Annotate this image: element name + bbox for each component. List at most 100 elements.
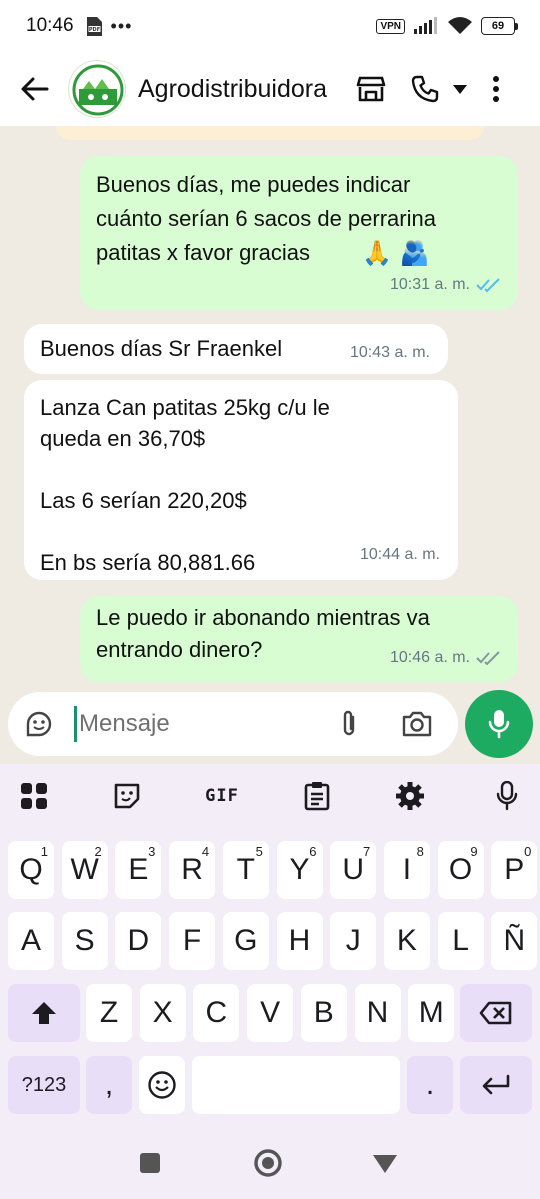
recents-button[interactable] bbox=[139, 1152, 161, 1174]
call-options-button[interactable] bbox=[448, 59, 472, 119]
shift-icon bbox=[32, 1002, 56, 1024]
home-button[interactable] bbox=[253, 1148, 283, 1178]
key-label: B bbox=[313, 996, 334, 1029]
comma-key[interactable]: , bbox=[86, 1056, 132, 1114]
sticker-icon bbox=[26, 711, 52, 737]
voice-input-button[interactable] bbox=[487, 778, 527, 814]
settings-button[interactable] bbox=[390, 778, 430, 814]
period-key[interactable]: . bbox=[407, 1056, 453, 1114]
key-u[interactable]: U7 bbox=[330, 841, 377, 899]
store-icon bbox=[356, 76, 386, 102]
key-hint: 2 bbox=[94, 844, 102, 859]
key-label: D bbox=[127, 924, 150, 957]
read-ticks-icon bbox=[476, 278, 500, 292]
message-bubble-outgoing[interactable]: Le puedo ir abonando mientras va entrand… bbox=[80, 596, 518, 682]
catalog-button[interactable] bbox=[348, 59, 394, 119]
call-button[interactable] bbox=[402, 59, 448, 119]
key-l[interactable]: L bbox=[437, 912, 484, 970]
key-label: U bbox=[342, 853, 365, 886]
message-bubble-incoming[interactable]: Buenos días Sr Fraenkel 10:43 a. m. bbox=[24, 324, 448, 374]
emoji-key[interactable] bbox=[139, 1056, 185, 1114]
key-y[interactable]: Y6 bbox=[276, 841, 323, 899]
key-i[interactable]: I8 bbox=[383, 841, 430, 899]
key-w[interactable]: W2 bbox=[61, 841, 108, 899]
recents-icon bbox=[140, 1153, 160, 1173]
key-label: K bbox=[396, 924, 417, 957]
key-g[interactable]: G bbox=[222, 912, 269, 970]
avatar[interactable] bbox=[68, 60, 126, 118]
contact-name[interactable]: Agrodistribuidora bbox=[138, 75, 334, 104]
attach-button[interactable] bbox=[329, 692, 369, 756]
key-v[interactable]: V bbox=[247, 984, 294, 1042]
svg-text:PDF: PDF bbox=[88, 27, 99, 33]
key-e[interactable]: E3 bbox=[115, 841, 162, 899]
key-c[interactable]: C bbox=[193, 984, 240, 1042]
voice-message-button[interactable] bbox=[465, 690, 533, 758]
key-f[interactable]: F bbox=[169, 912, 216, 970]
status-left-icons: PDF ••• bbox=[86, 16, 133, 37]
message-bubble-outgoing[interactable]: Buenos días, me puedes indicar cuánto se… bbox=[80, 156, 518, 310]
key-label: O bbox=[448, 853, 473, 886]
key-k[interactable]: K bbox=[383, 912, 430, 970]
message-text: Buenos días, me puedes indicar cuánto se… bbox=[96, 172, 436, 265]
backspace-key[interactable] bbox=[460, 984, 532, 1042]
enter-icon bbox=[482, 1074, 510, 1095]
key-o[interactable]: O9 bbox=[437, 841, 484, 899]
message-time: 10:43 a. m. bbox=[349, 344, 430, 361]
key-label: Ñ bbox=[503, 924, 526, 957]
gif-button[interactable]: GIF bbox=[200, 778, 244, 814]
battery-icon: 69 bbox=[481, 17, 518, 35]
symbols-key[interactable]: ?123 bbox=[8, 1056, 80, 1114]
key-hint: 5 bbox=[255, 844, 263, 859]
key-label: R bbox=[181, 853, 203, 886]
message-meta: 10:46 a. m. bbox=[390, 642, 500, 674]
compose-bar bbox=[0, 686, 540, 764]
keyboard-toolbar: GIF bbox=[0, 764, 540, 828]
key-q[interactable]: Q1 bbox=[8, 841, 54, 899]
message-input[interactable] bbox=[79, 710, 329, 738]
key-b[interactable]: B bbox=[300, 984, 347, 1042]
key-x[interactable]: X bbox=[139, 984, 186, 1042]
contact-logo bbox=[71, 63, 125, 117]
key-label: S bbox=[74, 924, 95, 957]
chat-area[interactable]: Buenos días, me puedes indicar cuánto se… bbox=[0, 126, 540, 686]
key-m[interactable]: M bbox=[408, 984, 455, 1042]
shift-key[interactable] bbox=[8, 984, 80, 1042]
key-hint: 3 bbox=[148, 844, 156, 859]
key-j[interactable]: J bbox=[330, 912, 377, 970]
sticker-button[interactable] bbox=[107, 778, 147, 814]
key-p[interactable]: P0 bbox=[491, 841, 538, 899]
key-a[interactable]: A bbox=[8, 912, 54, 970]
key-z[interactable]: Z bbox=[86, 984, 132, 1042]
message-bubble-incoming[interactable]: Lanza Can patitas 25kg c/u le queda en 3… bbox=[24, 380, 458, 580]
enter-key[interactable] bbox=[460, 1056, 532, 1114]
key-hint: 8 bbox=[416, 844, 424, 859]
key-t[interactable]: T5 bbox=[222, 841, 269, 899]
previous-message-edge bbox=[56, 126, 484, 140]
clipboard-button[interactable] bbox=[297, 778, 337, 814]
key-label: Q bbox=[19, 853, 43, 886]
menu-button[interactable] bbox=[476, 59, 516, 119]
back-button[interactable] bbox=[0, 52, 70, 126]
message-time: 10:31 a. m. bbox=[389, 276, 470, 293]
key-label: F bbox=[182, 924, 202, 957]
space-key[interactable] bbox=[192, 1056, 400, 1114]
key-ñ[interactable]: Ñ bbox=[491, 912, 538, 970]
back-arrow-icon bbox=[21, 77, 49, 101]
text-cursor bbox=[74, 706, 77, 742]
apps-button[interactable] bbox=[14, 778, 54, 814]
key-n[interactable]: N bbox=[354, 984, 401, 1042]
more-icon: ••• bbox=[110, 16, 133, 36]
gif-label: GIF bbox=[205, 786, 239, 806]
key-r[interactable]: R4 bbox=[169, 841, 216, 899]
signal-icon bbox=[414, 17, 437, 34]
back-nav-button[interactable] bbox=[372, 1154, 398, 1174]
emoji-sticker-button[interactable] bbox=[8, 692, 70, 756]
battery-level: 69 bbox=[491, 20, 505, 32]
pdf-icon: PDF bbox=[86, 16, 102, 36]
key-d[interactable]: D bbox=[115, 912, 162, 970]
key-h[interactable]: H bbox=[276, 912, 323, 970]
camera-button[interactable] bbox=[389, 692, 445, 756]
status-bar: 10:46 PDF ••• VPN 69 bbox=[0, 0, 540, 52]
key-s[interactable]: S bbox=[61, 912, 108, 970]
